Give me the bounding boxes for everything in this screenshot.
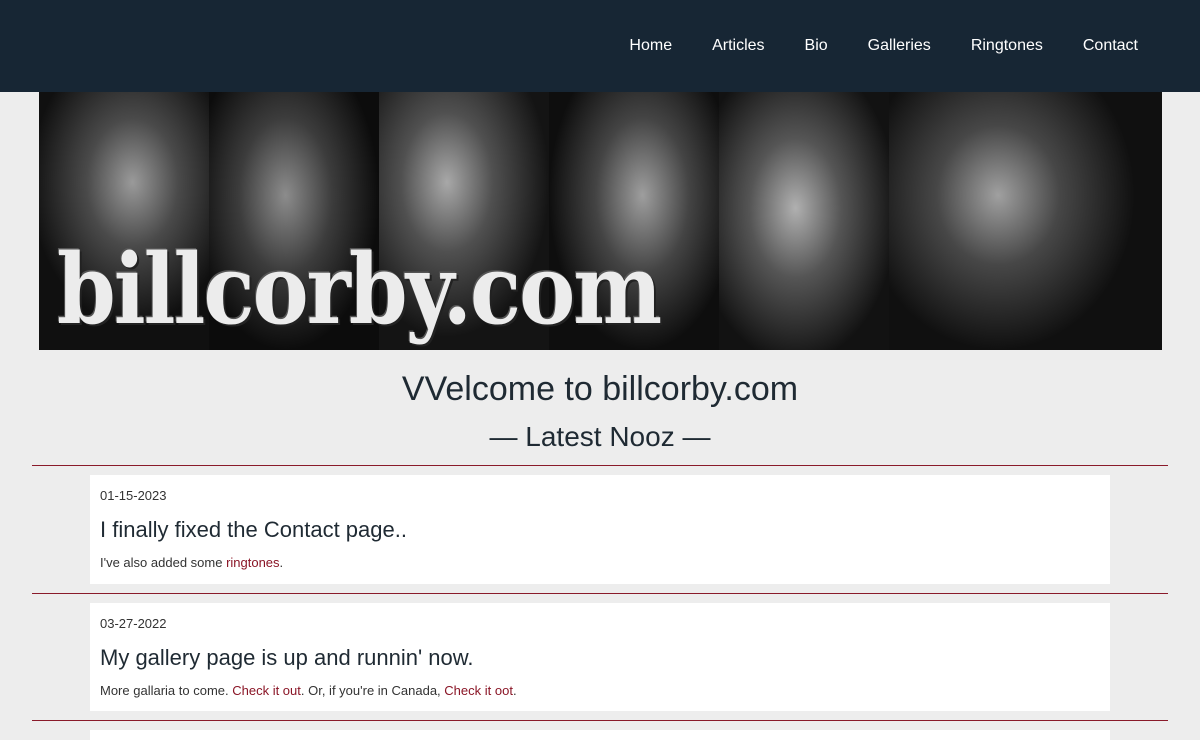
nav-ringtones-link[interactable]: Ringtones (951, 0, 1063, 92)
header-banner-image: billcorby.com (39, 92, 1162, 350)
divider-line (32, 593, 1168, 594)
divider-line (32, 720, 1168, 721)
nav-home-link[interactable]: Home (609, 0, 692, 92)
post-body: I've also added some ringtones. (100, 555, 1100, 570)
news-post: 03-27-2022 My gallery page is up and run… (90, 603, 1110, 711)
post-text: . Or, if you're in Canada, (300, 683, 445, 698)
post-date: 03-27-2022 (100, 616, 167, 631)
news-post: 01-15-2023 I finally fixed the Contact p… (90, 475, 1110, 584)
post-text: . (279, 555, 284, 570)
post-title: I finally fixed the Contact page.. (100, 517, 407, 542)
nav-articles-link[interactable]: Articles (692, 0, 784, 92)
check-it-out-link[interactable]: Check it out (232, 683, 301, 698)
news-post (90, 730, 1110, 740)
welcome-heading: VVelcome to billcorby.com (401, 370, 799, 408)
post-text: . (512, 683, 517, 698)
post-date: 01-15-2023 (100, 488, 167, 503)
band-photo-5 (719, 92, 889, 350)
divider-line (32, 465, 1168, 466)
top-navbar: Home Articles Bio Galleries Ringtones Co… (0, 0, 1200, 92)
post-body: More gallaria to come. Check it out. Or,… (100, 683, 1100, 698)
post-title: My gallery page is up and runnin' now. (100, 645, 474, 670)
post-text: More gallaria to come. (100, 683, 233, 698)
band-photo-6 (889, 92, 1162, 350)
nav-contact-link[interactable]: Contact (1063, 0, 1158, 92)
post-text: I've also added some (100, 555, 227, 570)
latest-news-heading: — Latest Nooz — (489, 421, 711, 452)
nav-galleries-link[interactable]: Galleries (848, 0, 951, 92)
check-it-oot-link[interactable]: Check it oot (444, 683, 513, 698)
nav-bio-link[interactable]: Bio (785, 0, 848, 92)
site-logo-text: billcorby.com (57, 232, 662, 346)
main-nav: Home Articles Bio Galleries Ringtones Co… (609, 0, 1158, 92)
ringtones-link[interactable]: ringtones (226, 555, 279, 570)
